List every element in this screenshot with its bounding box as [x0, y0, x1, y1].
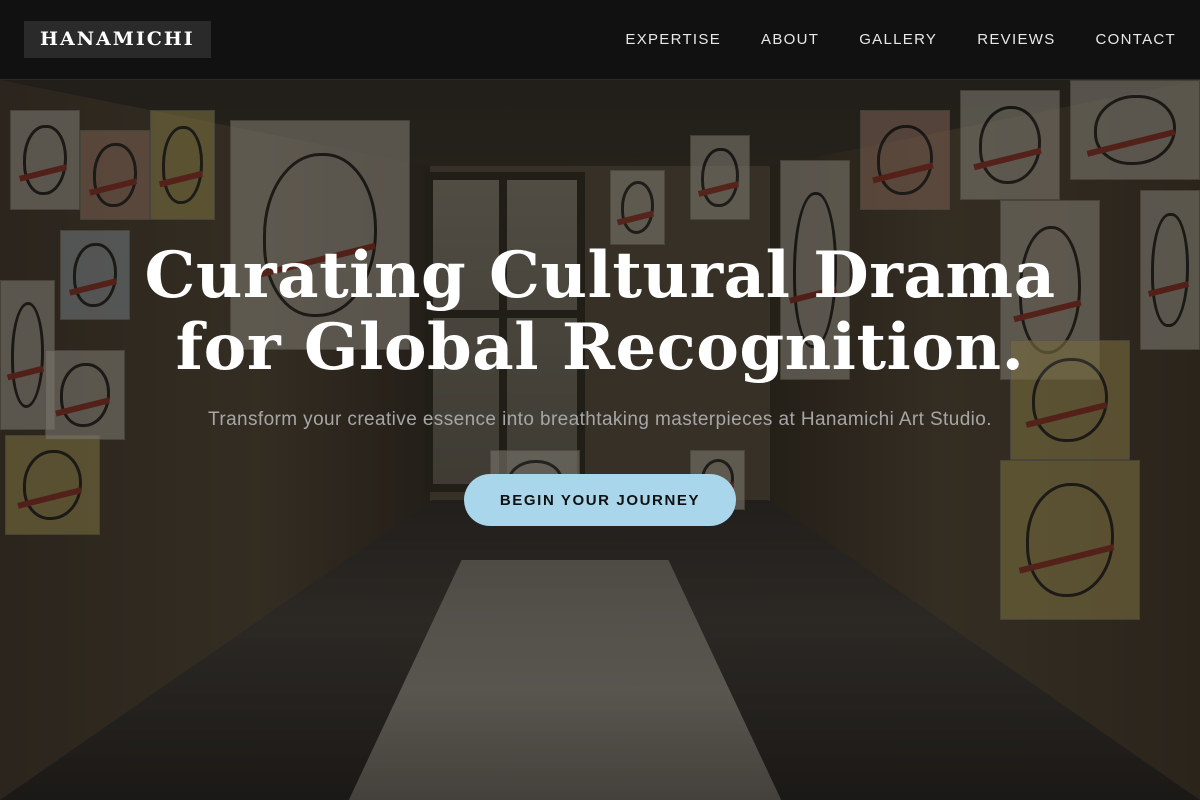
hero-title: Curating Cultural Drama for Global Recog… — [0, 240, 1200, 384]
top-navbar: HANAMICHI EXPERTISE ABOUT GALLERY REVIEW… — [0, 0, 1200, 80]
hero-title-line-2: for Global Recognition. — [175, 310, 1025, 385]
nav-link-gallery[interactable]: GALLERY — [859, 31, 937, 48]
nav-link-contact[interactable]: CONTACT — [1096, 31, 1176, 48]
hero-title-line-1: Curating Cultural Drama — [144, 238, 1056, 313]
nav-link-reviews[interactable]: REVIEWS — [977, 31, 1055, 48]
nav-link-about[interactable]: ABOUT — [761, 31, 819, 48]
nav-link-expertise[interactable]: EXPERTISE — [625, 31, 721, 48]
begin-journey-button[interactable]: BEGIN YOUR JOURNEY — [464, 474, 736, 526]
page: HANAMICHI EXPERTISE ABOUT GALLERY REVIEW… — [0, 0, 1200, 800]
hero-subtitle: Transform your creative essence into bre… — [208, 409, 992, 430]
hero-section: Curating Cultural Drama for Global Recog… — [0, 240, 1200, 526]
brand-logo[interactable]: HANAMICHI — [24, 21, 211, 58]
nav-links: EXPERTISE ABOUT GALLERY REVIEWS CONTACT — [585, 31, 1176, 48]
